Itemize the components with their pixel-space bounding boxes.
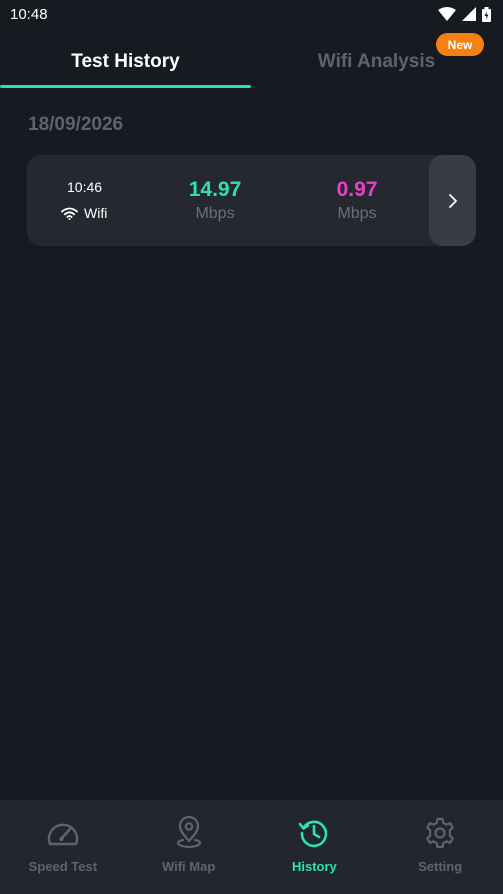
map-pin-icon — [172, 816, 206, 850]
tab-test-history[interactable]: Test History — [0, 36, 251, 88]
status-bar: 10:48 — [0, 0, 503, 28]
cell-signal-icon — [462, 7, 476, 21]
tab-bar: Test History Wifi Analysis New — [0, 33, 503, 88]
status-icons — [438, 6, 491, 22]
status-time: 10:48 — [10, 5, 48, 23]
tab-test-history-label: Test History — [71, 51, 180, 72]
entry-network: Wifi — [61, 205, 107, 221]
history-icon — [297, 816, 331, 850]
tab-active-indicator — [0, 85, 251, 88]
upload-unit: Mbps — [337, 205, 377, 222]
nav-speed-test[interactable]: Speed Test — [0, 800, 126, 894]
chevron-right-icon — [448, 193, 457, 208]
speedometer-icon — [46, 816, 80, 850]
upload-metric: 0.97 Mbps — [307, 177, 407, 225]
history-date-heading: 18/09/2026 — [28, 114, 124, 135]
wifi-icon — [61, 207, 78, 220]
nav-history[interactable]: History — [252, 800, 378, 894]
open-entry-button[interactable] — [429, 155, 476, 246]
wifi-signal-icon — [438, 7, 456, 21]
nav-setting-label: Setting — [418, 859, 463, 874]
entry-time: 10:46 — [67, 179, 103, 195]
download-unit: Mbps — [195, 205, 235, 222]
new-badge: New — [436, 33, 484, 56]
tab-wifi-analysis-label: Wifi Analysis — [317, 51, 436, 72]
gear-icon — [423, 816, 457, 850]
entry-network-label: Wifi — [84, 205, 108, 221]
nav-setting[interactable]: Setting — [377, 800, 503, 894]
download-value: 14.97 — [188, 178, 242, 201]
history-entry-card[interactable]: 10:46 Wifi 14.97 Mbps 0.97 Mbps — [27, 155, 476, 246]
nav-history-label: History — [291, 859, 337, 874]
upload-value: 0.97 — [336, 178, 378, 201]
nav-wifi-map-label: Wifi Map — [161, 859, 216, 874]
nav-speed-test-label: Speed Test — [28, 859, 98, 874]
nav-wifi-map[interactable]: Wifi Map — [126, 800, 252, 894]
download-metric: 14.97 Mbps — [165, 177, 265, 225]
battery-icon — [482, 6, 491, 22]
bottom-navigation: Speed Test Wifi Map History Setting — [0, 800, 503, 894]
